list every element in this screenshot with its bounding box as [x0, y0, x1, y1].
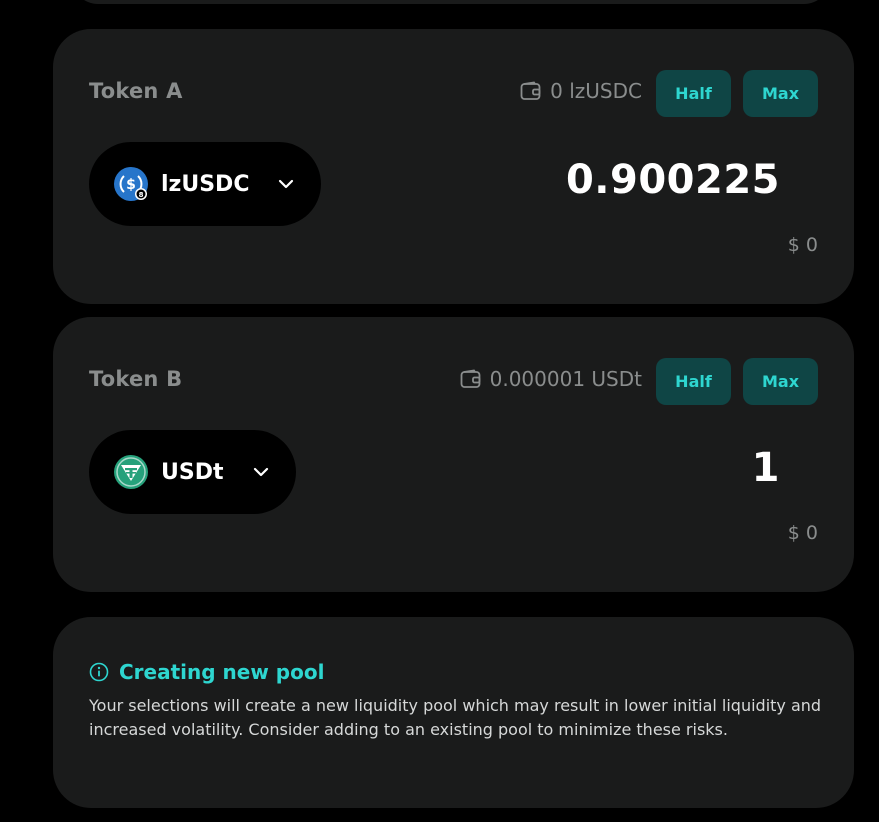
- chevron-down-icon: [279, 179, 294, 189]
- token-b-selector[interactable]: USDt: [89, 430, 296, 514]
- chevron-down-icon: [253, 467, 268, 477]
- wallet-icon: [460, 369, 481, 388]
- svg-text:8: 8: [139, 191, 144, 199]
- wallet-icon: [520, 81, 541, 100]
- usdc-icon: $ 8: [114, 167, 148, 201]
- token-b-name: USDt: [161, 459, 224, 485]
- token-a-label: Token A: [89, 79, 183, 103]
- previous-card-edge: [72, 0, 830, 4]
- token-b-balance: 0.000001 USDt: [460, 367, 642, 391]
- new-pool-notice: Creating new pool Your selections will c…: [53, 617, 854, 808]
- token-a-amount-input[interactable]: 0.900225: [566, 157, 780, 203]
- token-a-half-button[interactable]: Half: [656, 70, 731, 117]
- token-b-balance-value: 0.000001 USDt: [489, 367, 642, 391]
- info-icon: [89, 662, 109, 682]
- tether-icon: [114, 455, 148, 489]
- notice-title: Creating new pool: [89, 660, 324, 684]
- token-b-label: Token B: [89, 367, 183, 391]
- token-b-max-button[interactable]: Max: [743, 358, 818, 405]
- svg-text:$: $: [126, 177, 136, 193]
- token-b-usd-value: $ 0: [787, 522, 818, 544]
- token-a-balance-value: 0 lzUSDC: [550, 79, 642, 103]
- token-a-name: lzUSDC: [161, 171, 250, 197]
- token-b-amount-input[interactable]: 1: [752, 445, 780, 491]
- token-a-balance: 0 lzUSDC: [520, 79, 642, 103]
- token-b-half-button[interactable]: Half: [656, 358, 731, 405]
- token-a-card: Token A 0 lzUSDC Half Max $ 8 lzUSDC 0.9…: [53, 29, 854, 304]
- notice-title-text: Creating new pool: [119, 660, 325, 684]
- token-a-max-button[interactable]: Max: [743, 70, 818, 117]
- token-a-usd-value: $ 0: [787, 234, 818, 256]
- token-a-selector[interactable]: $ 8 lzUSDC: [89, 142, 322, 226]
- notice-text: Your selections will create a new liquid…: [89, 696, 822, 739]
- token-b-card: Token B 0.000001 USDt Half Max USDt 1 $ …: [53, 317, 854, 592]
